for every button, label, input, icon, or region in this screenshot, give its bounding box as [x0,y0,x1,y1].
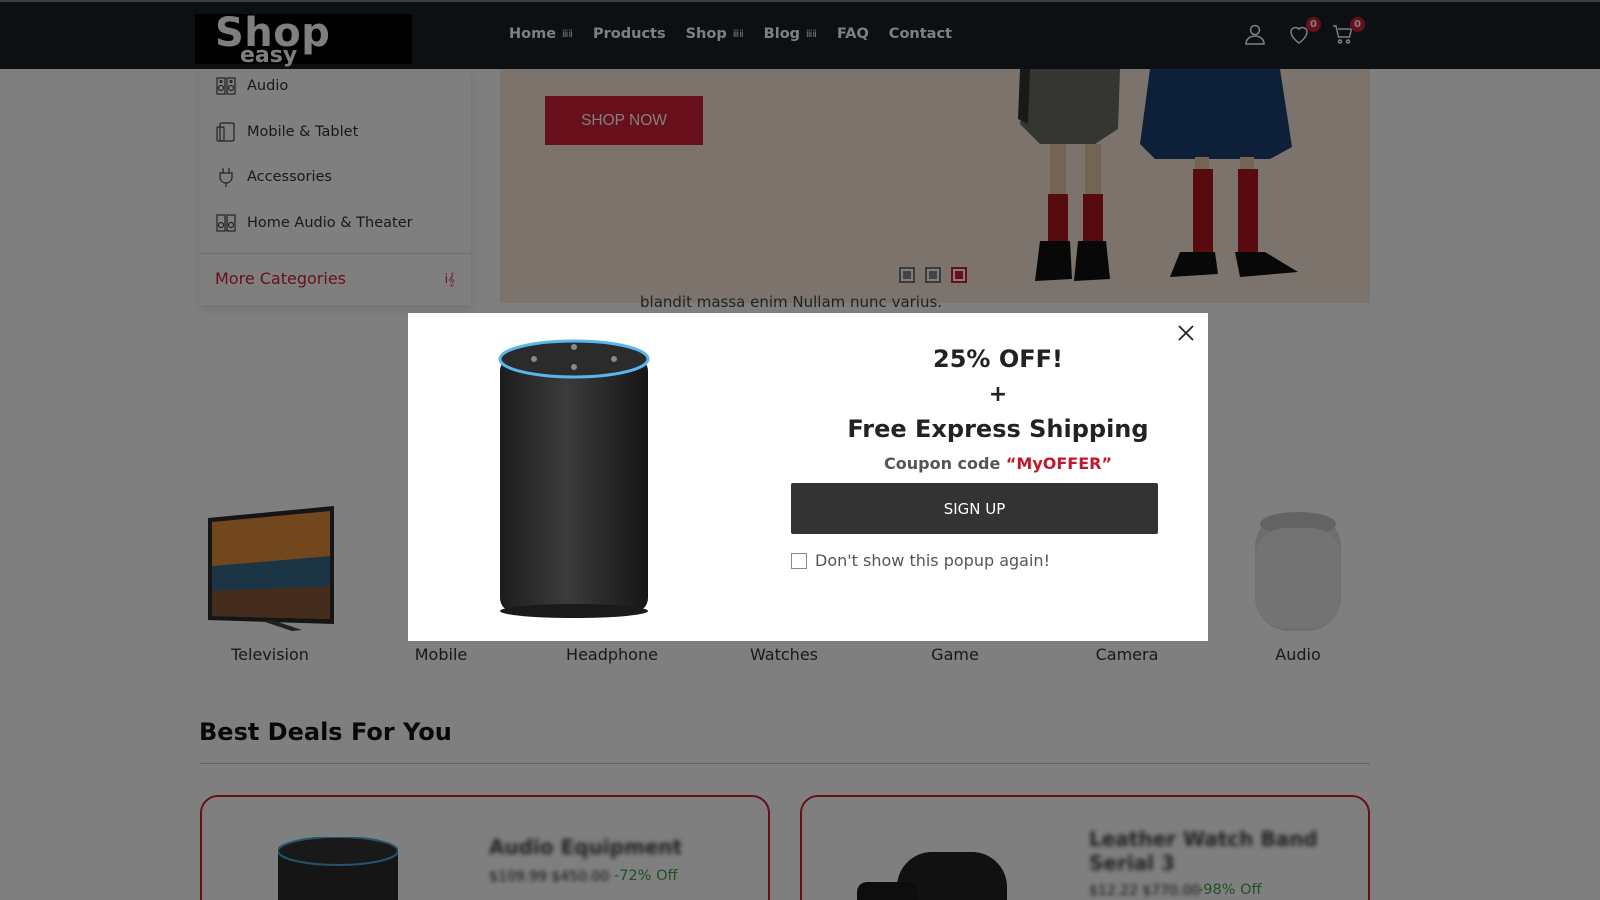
close-icon [1178,325,1194,341]
smart-speaker-image [498,339,650,618]
promo-title: 25% OFF! [933,345,1063,373]
coupon-prefix: Coupon code [884,454,1006,473]
coupon-code: “MyOFFER” [1005,454,1112,473]
promo-popup: 25% OFF! + Free Express Shipping Coupon … [408,313,1208,641]
close-button[interactable] [1174,321,1198,345]
dont-show-again-option[interactable]: Don't show this popup again! [791,551,1050,570]
dont-show-checkbox[interactable] [791,552,807,569]
sign-up-button[interactable]: SIGN UP [791,483,1158,534]
promo-plus: + [988,382,1008,407]
promo-subtitle: Free Express Shipping [847,415,1149,443]
dont-show-label: Don't show this popup again! [815,551,1050,570]
coupon-text: Coupon code “MyOFFER” [788,454,1208,473]
